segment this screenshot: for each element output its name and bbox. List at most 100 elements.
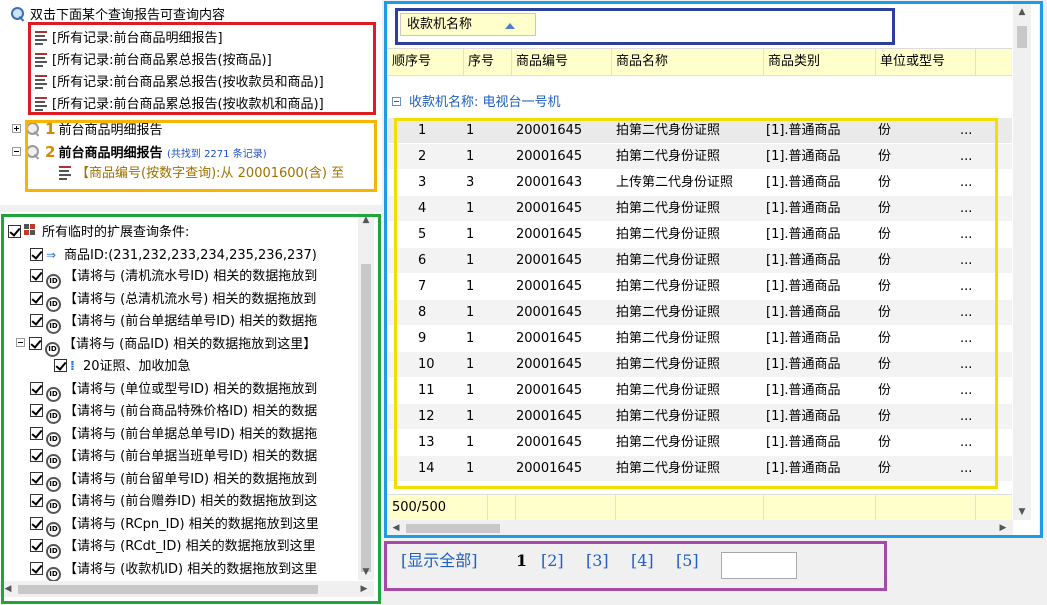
- table-row[interactable]: 13 1 20001645 拍第二代身份证照 [1].普通商品 份...: [388, 430, 1012, 456]
- left-vertical-scrollbar[interactable]: ▲ ▼: [358, 212, 374, 580]
- scroll-up-icon[interactable]: ▲: [1014, 4, 1030, 20]
- page-link-4[interactable]: [4]: [631, 550, 654, 572]
- condition-doc-icon: [58, 165, 72, 180]
- table-row[interactable]: 9 1 20001645 拍第二代身份证照 [1].普通商品 份...: [388, 326, 1012, 352]
- scroll-left-icon[interactable]: ◀: [0, 581, 16, 597]
- condition-checkbox[interactable]: [30, 561, 43, 575]
- condition-checkbox[interactable]: [29, 336, 42, 350]
- condition-item[interactable]: ID 【请将与 (商品ID) 相关的数据拖放到这里】: [16, 336, 316, 357]
- page-number-input[interactable]: [721, 552, 797, 579]
- condition-checkbox[interactable]: [30, 291, 43, 305]
- tree-record-1[interactable]: [所有记录:前台商品累总报告(按商品)]: [34, 52, 272, 70]
- scroll-down-icon[interactable]: ▼: [358, 564, 374, 580]
- condition-checkbox[interactable]: [30, 516, 43, 530]
- collapse-icon[interactable]: [12, 147, 21, 156]
- table-cell: 份: [878, 461, 892, 476]
- condition-item[interactable]: ID 【请将与 (前台赠券ID) 相关的数据拖放到这: [30, 493, 317, 514]
- table-row[interactable]: 7 1 20001645 拍第二代身份证照 [1].普通商品 份...: [388, 274, 1012, 300]
- table-row[interactable]: 8 1 20001645 拍第二代身份证照 [1].普通商品 份...: [388, 300, 1012, 326]
- condition-item[interactable]: ID 【请将与 (收款机ID) 相关的数据拖放到这里: [30, 561, 317, 582]
- column-header[interactable]: 序号: [464, 49, 512, 76]
- table-row[interactable]: 1 1 20001645 拍第二代身份证照 [1].普通商品 份...: [388, 118, 1012, 144]
- conditions-root[interactable]: 所有临时的扩展查询条件:: [8, 224, 189, 242]
- id-icon: ID: [46, 454, 61, 469]
- condition-sub-item[interactable]: ⁞ 20证照、加收加急: [54, 358, 191, 376]
- collapse-icon[interactable]: [16, 337, 25, 347]
- group-by-area[interactable]: 收款机名称: [388, 4, 1012, 48]
- scroll-thumb[interactable]: [361, 264, 371, 572]
- column-header[interactable]: 商品编号: [512, 49, 612, 76]
- table-row[interactable]: 11 1 20001645 拍第二代身份证照 [1].普通商品份...: [388, 378, 1012, 404]
- condition-item[interactable]: ID 【请将与 (前台单据总单号ID) 相关的数据拖: [30, 426, 317, 447]
- table-row[interactable]: 3 3 20001643 上传第二代身份证照 [1].普通商品 份...: [388, 170, 1012, 196]
- column-header[interactable]: 顺序号: [388, 49, 464, 76]
- page-link-2[interactable]: [2]: [541, 550, 564, 572]
- page-link-5[interactable]: [5]: [676, 550, 699, 572]
- condition-item[interactable]: ID 【请将与 (前台单据结单号ID) 相关的数据拖: [30, 313, 317, 334]
- tree-record-0[interactable]: [所有记录:前台商品明细报告]: [34, 30, 223, 48]
- condition-item[interactable]: ID 【请将与 (总清机流水号) 相关的数据拖放到: [30, 291, 316, 312]
- condition-product-id[interactable]: ⇒ 商品ID:(231,232,233,234,235,236,237): [30, 246, 317, 265]
- id-icon: ID: [46, 319, 61, 334]
- condition-checkbox[interactable]: [30, 314, 43, 327]
- show-all-link[interactable]: [显示全部]: [401, 550, 478, 572]
- condition-item[interactable]: ID 【请将与 (前台商品特殊价格ID) 相关的数据: [30, 403, 317, 424]
- scroll-left-icon[interactable]: ◀: [388, 520, 404, 536]
- condition-item[interactable]: ID 【请将与 (前台单据当班单号ID) 相关的数据: [30, 448, 317, 469]
- expand-icon[interactable]: [12, 124, 21, 133]
- condition-item[interactable]: ID 【请将与 (前台留单号ID) 相关的数据拖放到: [30, 471, 317, 492]
- condition-checkbox[interactable]: [30, 404, 43, 417]
- record-count: (共找到 2271 条记录): [166, 149, 267, 160]
- tree-root[interactable]: 双击下面某个查询报告可查询内容: [10, 6, 225, 25]
- tree-record-2[interactable]: [所有记录:前台商品累总报告(按收款员和商品)]: [34, 74, 324, 92]
- table-cell: 10: [418, 357, 435, 372]
- table-cell: 12: [418, 409, 435, 424]
- group-row[interactable]: 收款机名称: 电视台一号机: [388, 92, 1012, 114]
- left-horizontal-scrollbar[interactable]: ◀ ▶: [0, 581, 374, 597]
- table-row[interactable]: 5 1 20001645 拍第二代身份证照 [1].普通商品 份...: [388, 222, 1012, 248]
- table-cell: 份: [878, 253, 892, 268]
- table-row[interactable]: 10 1 20001645 拍第二代身份证照 [1].普通商品 份...: [388, 352, 1012, 378]
- collapse-icon[interactable]: [392, 97, 401, 106]
- scroll-thumb[interactable]: [1017, 26, 1027, 48]
- table-cell: 拍第二代身份证照: [616, 253, 721, 268]
- table-row[interactable]: 4 1 20001645 拍第二代身份证照 [1].普通商品 份...: [388, 196, 1012, 222]
- table-row[interactable]: 12 1 20001645 拍第二代身份证照 [1].普通商品 份...: [388, 404, 1012, 430]
- condition-checkbox[interactable]: [30, 381, 43, 395]
- condition-checkbox[interactable]: [54, 359, 67, 372]
- table-cell: ...: [960, 305, 973, 320]
- scroll-thumb[interactable]: [406, 524, 500, 533]
- scroll-right-icon[interactable]: ▶: [356, 581, 372, 597]
- column-header[interactable]: 单位或型号: [876, 49, 976, 76]
- scroll-thumb[interactable]: [18, 585, 318, 594]
- condition-checkbox[interactable]: [30, 426, 43, 440]
- condition-checkbox[interactable]: [30, 248, 43, 261]
- tree-record-3[interactable]: [所有记录:前台商品累总报告(按收款机和商品)]: [34, 96, 324, 114]
- tree-condition[interactable]: 【商品编号(按数字查询):从 20001600(含) 至: [58, 165, 344, 183]
- column-header[interactable]: 商品名称: [612, 49, 764, 76]
- grid-horizontal-scrollbar[interactable]: ◀ ▶: [388, 520, 1013, 536]
- condition-checkbox[interactable]: [30, 449, 43, 462]
- table-row[interactable]: 2 1 20001645 拍第二代身份证照 [1].普通商品 份...: [388, 144, 1012, 170]
- page-link-3[interactable]: [3]: [586, 550, 609, 572]
- conditions-root-checkbox[interactable]: [8, 225, 21, 238]
- table-row[interactable]: 14 1 20001645 拍第二代身份证照 [1].普通商品 份...: [388, 456, 1012, 482]
- condition-label: 【请将与 (商品ID) 相关的数据拖放到这里】: [63, 336, 317, 352]
- condition-item[interactable]: ID 【请将与 (清机流水号ID) 相关的数据拖放到: [30, 268, 317, 289]
- tree-report-2[interactable]: 2 前台商品明细报告 (共找到 2271 条记录): [12, 143, 267, 164]
- scroll-right-icon[interactable]: ▶: [995, 520, 1011, 536]
- table-row[interactable]: 6 1 20001645 拍第二代身份证照 [1].普通商品 份...: [388, 248, 1012, 274]
- group-by-chip[interactable]: 收款机名称: [400, 13, 536, 36]
- grid-vertical-scrollbar[interactable]: ▲ ▼: [1013, 4, 1031, 520]
- condition-item[interactable]: ID 【请将与 (RCpn_ID) 相关的数据拖放到这里: [30, 516, 319, 537]
- column-header[interactable]: 商品类别: [764, 49, 876, 76]
- condition-checkbox[interactable]: [30, 269, 43, 282]
- scroll-down-icon[interactable]: ▼: [1014, 504, 1030, 520]
- condition-checkbox[interactable]: [30, 471, 43, 485]
- condition-item[interactable]: ID 【请将与 (单位或型号ID) 相关的数据拖放到: [30, 381, 317, 402]
- scroll-up-icon[interactable]: ▲: [358, 212, 374, 228]
- condition-item[interactable]: ID 【请将与 (RCdt_ID) 相关的数据拖放到这里: [30, 538, 316, 559]
- condition-checkbox[interactable]: [30, 494, 43, 507]
- tree-report-1[interactable]: 1 前台商品明细报告: [12, 120, 162, 140]
- condition-checkbox[interactable]: [30, 539, 43, 552]
